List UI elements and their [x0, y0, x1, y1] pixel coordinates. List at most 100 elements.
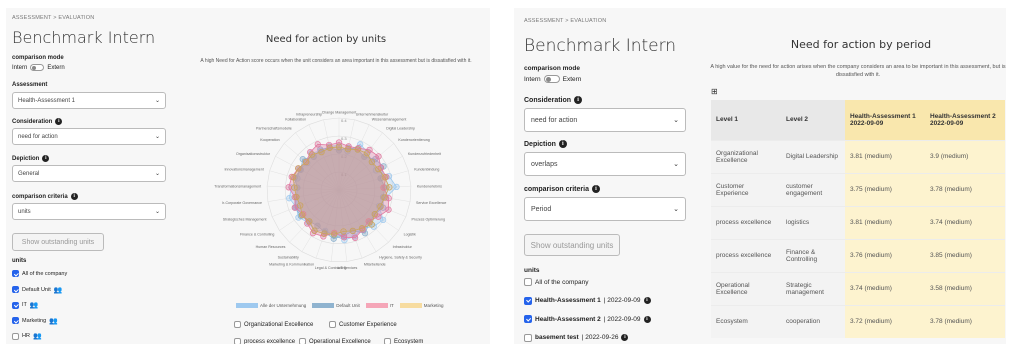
info-icon[interactable]: i — [643, 297, 651, 304]
depiction-select[interactable]: overlaps ⌄ — [524, 152, 686, 176]
comparison-mode-toggle[interactable]: Intern Extern — [524, 75, 581, 83]
legend-item[interactable]: Alle der Unternehmung — [236, 303, 307, 309]
column-header[interactable]: Level 1 — [711, 100, 781, 140]
checkbox[interactable] — [12, 332, 19, 340]
unit-item[interactable]: All of the company — [12, 270, 67, 277]
legend-item[interactable]: Marketing — [399, 303, 444, 309]
filter-checkbox[interactable]: Ecosystem — [384, 338, 423, 344]
assessment-select[interactable]: Health-Assessment 1 ⌄ — [12, 92, 166, 109]
unit-label: All of the company — [535, 278, 589, 286]
checkbox[interactable] — [524, 296, 532, 305]
comparison-mode-toggle[interactable]: Intern Extern — [12, 64, 65, 71]
info-icon[interactable]: i — [574, 96, 583, 104]
info-icon[interactable]: i — [558, 140, 567, 148]
radar-axis-label: Intrapreneurship — [296, 112, 322, 116]
radar-point — [318, 148, 325, 156]
filter-checkbox[interactable]: process excellence — [234, 338, 295, 344]
filter-checkbox[interactable]: Customer Experience — [329, 321, 397, 328]
unit-item[interactable]: All of the company — [524, 278, 588, 286]
radar-point — [331, 231, 338, 238]
breadcrumb[interactable]: ASSESSMENT > EVALUATION — [524, 18, 606, 24]
checkbox[interactable] — [299, 338, 306, 344]
criteria-label: comparison criteria — [524, 185, 589, 193]
criteria-select[interactable]: units ⌄ — [12, 203, 166, 220]
radar-axis-label: Infrastruktur — [393, 245, 413, 249]
filter-label: Operational Excellence — [309, 338, 371, 345]
table-cell: process excellence — [711, 238, 781, 272]
consideration-value: need for action — [18, 133, 58, 140]
consideration-select[interactable]: need for action ⌄ — [12, 128, 166, 145]
checkbox[interactable] — [12, 286, 19, 293]
info-icon[interactable]: i — [55, 118, 63, 125]
column-header[interactable]: Health-Assessment 1 2022-09-09 — [845, 100, 925, 140]
filter-checkbox[interactable]: Organizational Excellence — [234, 321, 313, 328]
depiction-select[interactable]: General ⌄ — [12, 165, 166, 182]
table-header: Level 1 Level 2 Health-Assessment 1 2022-0… — [711, 100, 1005, 140]
column-header[interactable]: Health-Assessment 2 2022-09-09 — [925, 100, 1005, 140]
table-cell: Operational Excellence — [711, 271, 781, 305]
checkbox[interactable] — [524, 278, 532, 286]
people-icon: 👥 — [53, 286, 63, 294]
table-icon[interactable]: ⊞ — [711, 87, 718, 96]
table-cell: customer engagement — [781, 172, 845, 206]
breadcrumb[interactable]: ASSESSMENT > EVALUATION — [12, 15, 94, 21]
filter-checkbox[interactable]: Operational Excellence — [299, 338, 371, 344]
unit-item[interactable]: Health-Assessment 2 | 2022-09-09 i — [524, 315, 651, 323]
radar-axis-label: Wissensmanagement — [372, 118, 407, 122]
radar-point — [368, 221, 375, 228]
radar-point — [302, 158, 310, 166]
checkbox[interactable] — [12, 317, 19, 324]
legend-label: IT — [389, 303, 394, 308]
comparison-mode-label: comparison mode — [12, 55, 64, 61]
criteria-select[interactable]: Period ⌄ — [524, 197, 686, 221]
radar-axis-label: Legal & Contracting — [315, 266, 347, 270]
show-outstanding-units-button[interactable]: Show outstanding units — [524, 234, 620, 256]
depiction-value: overlaps — [531, 160, 558, 168]
radar-axis-label: Transformationsmanagement — [214, 184, 261, 188]
info-icon[interactable]: i — [42, 155, 50, 162]
radar-point — [340, 228, 347, 235]
toggle-switch[interactable] — [30, 64, 45, 71]
checkbox[interactable] — [524, 333, 532, 342]
unit-item[interactable]: Marketing 👥 — [12, 317, 58, 325]
unit-item[interactable]: Default Unit 👥 — [12, 286, 62, 294]
checkbox[interactable] — [384, 338, 391, 344]
toggle-left-label: Intern — [12, 64, 28, 71]
radar-axis-label: Hygiene, Safety & Security — [379, 255, 422, 259]
table-row: process excellence logistics 3.81 (medium)… — [711, 205, 1005, 239]
checkbox[interactable] — [234, 321, 241, 328]
unit-date: | 2022-09-26 — [581, 334, 619, 341]
legend-label: Alle der Unternehmung — [260, 303, 307, 308]
checkbox[interactable] — [234, 338, 241, 344]
checkbox[interactable] — [524, 315, 532, 323]
toggle-switch[interactable] — [543, 75, 560, 83]
checkbox[interactable] — [329, 321, 336, 328]
consideration-select[interactable]: need for action ⌄ — [524, 108, 686, 132]
unit-item[interactable]: HR 👥 — [12, 332, 42, 340]
unit-item[interactable]: IT 👥 — [12, 301, 39, 309]
criteria-value: Period — [531, 205, 552, 213]
column-header[interactable]: Level 2 — [781, 100, 845, 140]
info-icon[interactable]: i — [70, 193, 78, 200]
radar-point — [358, 225, 366, 232]
radar-axis-label: Sustainability — [278, 255, 299, 259]
legend-item[interactable]: IT — [365, 303, 394, 309]
info-icon[interactable]: i — [621, 334, 629, 341]
depiction-value: General — [18, 170, 40, 177]
unit-item[interactable]: basement test | 2022-09-26 i — [524, 333, 629, 342]
consideration-label: Consideration — [12, 118, 53, 125]
info-icon[interactable]: i — [643, 315, 651, 323]
info-icon[interactable]: i — [591, 185, 600, 193]
checkbox[interactable] — [12, 301, 19, 309]
radar-point — [314, 141, 321, 148]
unit-item[interactable]: Health-Assessment 1 | 2022-09-09 i — [524, 296, 651, 305]
toggle-left-label: Intern — [524, 75, 541, 83]
checkbox[interactable] — [12, 270, 19, 277]
table-cell: 3.78 (medium) — [925, 304, 1005, 338]
radar-axis-label: Kundenorientierung — [398, 138, 429, 142]
table-row: Operational Excellence Strategic manageme… — [711, 271, 1005, 305]
radar-axis-label: Partnerschaftsmodelle — [256, 126, 292, 130]
radar-point — [308, 151, 316, 158]
legend-item[interactable]: Default Unit — [312, 303, 360, 309]
show-outstanding-units-button[interactable]: Show outstanding units — [12, 233, 104, 251]
